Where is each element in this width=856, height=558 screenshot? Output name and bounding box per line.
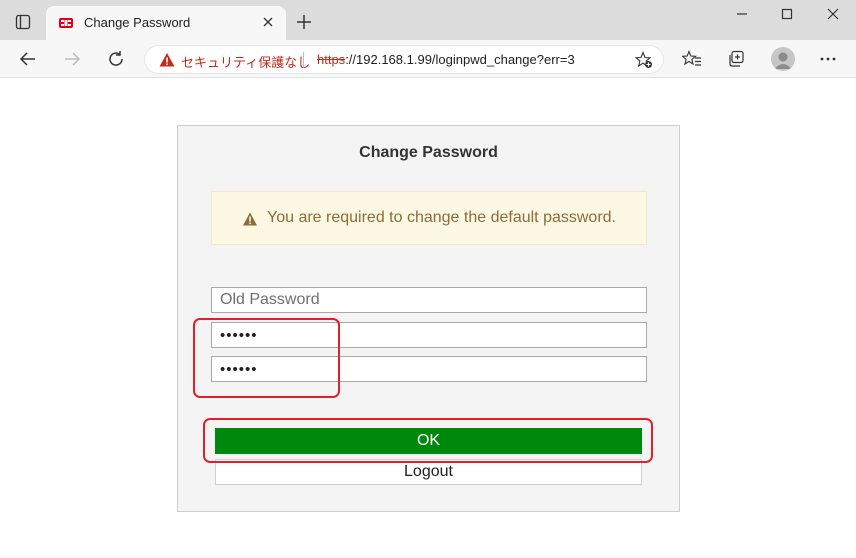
not-secure-label[interactable]: セキュリティ保護なし <box>181 52 310 71</box>
new-tab-icon[interactable] <box>294 12 314 32</box>
url-path: ://192.168.1.99/loginpwd_change?err=3 <box>345 52 575 67</box>
alert-message: You are required to change the default p… <box>267 209 616 226</box>
fortinet-favicon-icon <box>58 15 74 31</box>
back-arrow-icon[interactable] <box>18 49 38 69</box>
more-options-icon[interactable] <box>818 49 838 69</box>
tab-actions-icon[interactable] <box>8 10 38 34</box>
browser-tab[interactable]: Change Password <box>46 6 286 40</box>
profile-avatar-icon[interactable] <box>771 47 795 71</box>
maximize-icon[interactable] <box>777 6 797 22</box>
add-favorite-star-icon[interactable] <box>634 51 653 69</box>
not-secure-warning-icon[interactable] <box>159 52 175 68</box>
url-text[interactable]: https://192.168.1.99/loginpwd_change?err… <box>317 52 575 67</box>
address-bar[interactable]: セキュリティ保護なし https://192.168.1.99/loginpwd… <box>144 45 664 74</box>
collections-icon[interactable] <box>726 49 746 69</box>
refresh-icon[interactable] <box>106 49 126 69</box>
ok-button-highlight <box>203 418 653 463</box>
old-password-field[interactable] <box>211 287 647 313</box>
favorites-icon[interactable] <box>681 49 702 69</box>
title-bar: Change Password <box>0 0 856 40</box>
forward-arrow-icon[interactable] <box>62 49 82 69</box>
minimize-icon[interactable] <box>732 6 752 22</box>
password-fields-highlight <box>193 318 340 398</box>
navigation-bar: セキュリティ保護なし https://192.168.1.99/loginpwd… <box>0 40 856 78</box>
url-scheme: https <box>317 52 346 67</box>
tab-close-icon[interactable] <box>260 14 276 30</box>
warning-icon <box>242 211 258 227</box>
omnibox-divider <box>303 52 304 68</box>
default-password-alert: You are required to change the default p… <box>211 191 647 245</box>
page-title: Change Password <box>359 144 498 161</box>
close-window-icon[interactable] <box>823 6 843 22</box>
tab-title: Change Password <box>84 15 191 30</box>
